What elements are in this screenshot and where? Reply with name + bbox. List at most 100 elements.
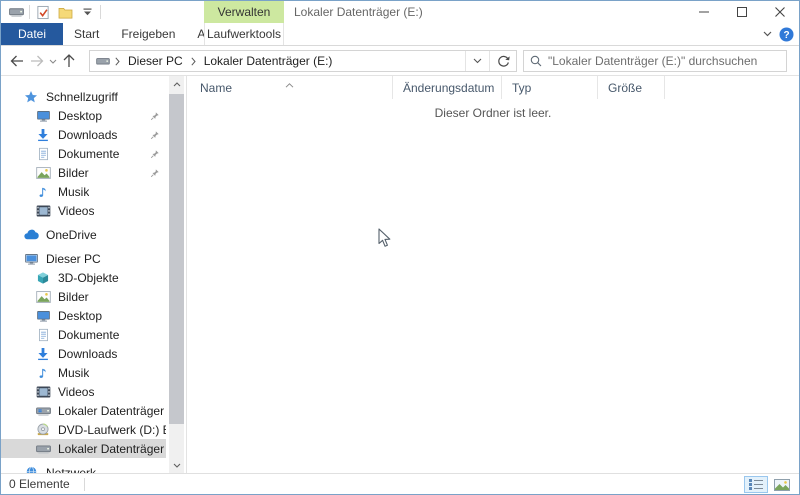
sidebar-item-label: Netzwerk <box>46 466 96 474</box>
sidebar-scrollbar[interactable] <box>169 76 184 473</box>
sidebar-item-qa-pictures[interactable]: Bilder <box>1 163 166 182</box>
videos-icon <box>35 203 51 219</box>
column-header-typ[interactable]: Typ <box>502 76 598 99</box>
window-drive-icon <box>7 2 25 22</box>
help-button[interactable]: ? <box>779 27 794 42</box>
address-history-button[interactable] <box>465 51 489 71</box>
address-bar[interactable]: Dieser PC Lokaler Datenträger (E:) <box>89 50 517 72</box>
scroll-down-button[interactable] <box>169 457 184 473</box>
file-list-area[interactable]: NameÄnderungsdatumTypGröße Dieser Ordner… <box>187 76 799 473</box>
sidebar-item-label: Downloads <box>58 347 117 361</box>
tab-start[interactable]: Start <box>63 23 110 45</box>
properties-button[interactable] <box>34 2 52 22</box>
customize-qat-dropdown-button[interactable] <box>78 2 96 22</box>
dvd-icon <box>35 422 51 438</box>
drive-icon <box>35 441 51 457</box>
search-icon <box>530 55 542 67</box>
column-header-name[interactable]: Name <box>187 76 393 99</box>
sidebar-item-qa-music[interactable]: Musik <box>1 182 166 201</box>
downloads-icon <box>35 346 51 362</box>
maximize-icon <box>737 7 747 17</box>
pictures-icon <box>35 289 51 305</box>
maximize-button[interactable] <box>723 1 761 23</box>
scrollbar-thumb[interactable] <box>169 94 184 424</box>
breadcrumb-drive-e[interactable]: Lokaler Datenträger (E:) <box>200 54 337 68</box>
sidebar-item-drive-c[interactable]: Lokaler Datenträger (C:) <box>1 401 166 420</box>
sidebar-item-label: OneDrive <box>46 228 97 242</box>
up-button[interactable] <box>59 49 79 73</box>
new-folder-button[interactable] <box>56 2 74 22</box>
sidebar-item-qa-downloads[interactable]: Downloads <box>1 125 166 144</box>
column-header--nderungsdatum[interactable]: Änderungsdatum <box>393 76 502 99</box>
music-icon <box>35 365 51 381</box>
sidebar-item-label: Videos <box>58 204 94 218</box>
divider <box>29 5 30 19</box>
search-input[interactable] <box>548 54 780 68</box>
sidebar-item-pc-videos[interactable]: Videos <box>1 382 166 401</box>
sidebar-item-pc-desktop[interactable]: Desktop <box>1 306 166 325</box>
videos-icon <box>35 384 51 400</box>
sidebar-item-quick-access[interactable]: Schnellzugriff <box>1 87 166 106</box>
minimize-button[interactable] <box>685 1 723 23</box>
divider <box>100 5 101 19</box>
sidebar-list: SchnellzugriffDesktopDownloadsDokumenteB… <box>1 76 186 473</box>
sidebar-item-network[interactable]: Netzwerk <box>1 463 166 473</box>
column-header-gr-e[interactable]: Größe <box>598 76 665 99</box>
close-icon <box>775 7 785 17</box>
sidebar-item-drive-e[interactable]: Lokaler Datenträger (E:) <box>1 439 166 458</box>
sidebar-item-qa-desktop[interactable]: Desktop <box>1 106 166 125</box>
sidebar-item-drive-d[interactable]: DVD-Laufwerk (D:) ESD-ISO <box>1 420 166 439</box>
tab-laufwerktools[interactable]: Laufwerktools <box>204 23 284 45</box>
thumbnails-view-button[interactable] <box>770 476 794 493</box>
sidebar-item-3d-objects[interactable]: 3D-Objekte <box>1 268 166 287</box>
divider <box>84 478 85 491</box>
column-header-label: Größe <box>608 81 642 95</box>
sidebar-item-qa-videos[interactable]: Videos <box>1 201 166 220</box>
chevron-down-icon <box>49 59 57 64</box>
breadcrumb: Dieser PC Lokaler Datenträger (E:) <box>90 51 465 71</box>
sidebar-item-pc-documents[interactable]: Dokumente <box>1 325 166 344</box>
sidebar-item-pc-pictures[interactable]: Bilder <box>1 287 166 306</box>
breadcrumb-this-pc[interactable]: Dieser PC <box>124 54 187 68</box>
chevron-down-icon <box>473 58 482 64</box>
back-button[interactable] <box>7 49 27 73</box>
pin-icon <box>150 130 160 140</box>
ribbon-tab-row: Datei Start Freigeben Ansicht Laufwerkto… <box>1 23 799 46</box>
sidebar-item-label: Downloads <box>58 128 117 142</box>
pin-icon <box>150 149 160 159</box>
sidebar-item-label: Lokaler Datenträger (C:) <box>58 404 166 418</box>
recent-locations-button[interactable] <box>47 49 59 73</box>
refresh-icon <box>497 55 510 68</box>
forward-button[interactable] <box>27 49 47 73</box>
sidebar-item-label: 3D-Objekte <box>58 271 119 285</box>
tab-freigeben[interactable]: Freigeben <box>110 23 186 45</box>
sidebar-item-this-pc[interactable]: Dieser PC <box>1 249 166 268</box>
details-view-button[interactable] <box>744 476 768 493</box>
chevron-down-icon <box>173 463 181 468</box>
sidebar-item-qa-documents[interactable]: Dokumente <box>1 144 166 163</box>
navigation-bar: Dieser PC Lokaler Datenträger (E:) <box>1 46 799 76</box>
contextual-tab-header-label: Verwalten <box>218 5 271 19</box>
sidebar-item-onedrive[interactable]: OneDrive <box>1 225 166 244</box>
scroll-up-button[interactable] <box>169 76 184 92</box>
window-controls <box>685 1 799 23</box>
navigation-pane: SchnellzugriffDesktopDownloadsDokumenteB… <box>1 76 187 473</box>
up-arrow-icon <box>63 54 75 68</box>
chevron-right-icon <box>189 57 198 66</box>
close-button[interactable] <box>761 1 799 23</box>
column-header-label: Änderungsdatum <box>403 81 494 95</box>
sidebar-item-pc-downloads[interactable]: Downloads <box>1 344 166 363</box>
contextual-tab-header: Verwalten <box>204 1 284 23</box>
column-header-label: Typ <box>512 81 531 95</box>
svg-text:?: ? <box>783 30 789 41</box>
chevron-down-icon <box>763 31 772 37</box>
sidebar-item-pc-music[interactable]: Musik <box>1 363 166 382</box>
documents-icon <box>35 327 51 343</box>
drive-icon <box>95 53 111 69</box>
tab-file[interactable]: Datei <box>1 23 63 45</box>
network-icon <box>23 465 39 474</box>
sidebar-item-label: Bilder <box>58 290 89 304</box>
sidebar-item-label: Lokaler Datenträger (E:) <box>58 442 166 456</box>
refresh-button[interactable] <box>489 51 516 71</box>
expand-ribbon-button[interactable] <box>763 31 772 37</box>
